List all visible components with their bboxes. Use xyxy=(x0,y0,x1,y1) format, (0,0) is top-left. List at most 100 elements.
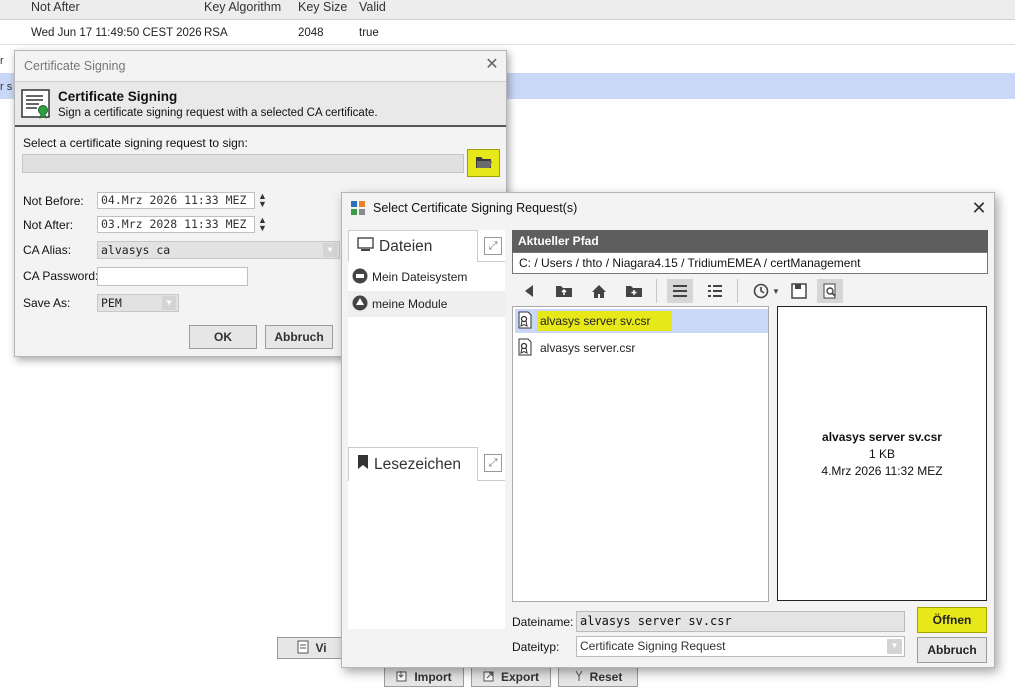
bookmark-icon xyxy=(357,454,369,475)
folder-icon xyxy=(475,155,493,172)
details-view-icon[interactable] xyxy=(702,279,728,303)
import-icon xyxy=(396,670,408,685)
cell-key-size: 2048 xyxy=(298,27,324,39)
reset-button-label: Reset xyxy=(589,670,623,684)
close-icon[interactable]: ✕ xyxy=(483,55,501,75)
document-icon xyxy=(297,640,309,657)
select-csr-dialog: Select Certificate Signing Request(s) ✕ … xyxy=(341,192,995,668)
table-row[interactable]: Wed Jun 17 11:49:50 CEST 2026 RSA 2048 t… xyxy=(0,21,1015,45)
select-csr-label: Select a certificate signing request to … xyxy=(23,136,248,150)
home-icon[interactable] xyxy=(586,279,612,303)
drive-icon xyxy=(352,268,368,287)
tab-bookmarks[interactable]: Lesezeichen xyxy=(348,447,478,481)
filename-label: Dateiname: xyxy=(512,615,574,629)
filetype-label: Dateityp: xyxy=(512,640,560,654)
dialog-title: Certificate Signing xyxy=(24,59,126,73)
cancel-button[interactable]: Abbruch xyxy=(917,637,987,663)
dialog-header: Certificate Signing Sign a certificate s… xyxy=(15,81,506,127)
column-header-key-algorithm[interactable]: Key Algorithm xyxy=(204,0,281,14)
niagara-app-icon xyxy=(351,201,365,215)
column-header-valid[interactable]: Valid xyxy=(359,0,386,14)
chevron-down-icon: ▼ xyxy=(162,296,176,310)
export-icon xyxy=(483,670,495,685)
reset-button[interactable]: Reset xyxy=(558,667,638,687)
cell-valid: true xyxy=(359,27,379,39)
tab-files[interactable]: Dateien xyxy=(348,230,478,262)
open-button-label: Öffnen xyxy=(932,613,972,627)
parent-folder-icon[interactable] xyxy=(551,279,577,303)
background-text-fragment: r xyxy=(0,55,4,67)
ca-alias-select[interactable]: alvasys ca ▼ xyxy=(97,241,340,259)
import-button-label: Import xyxy=(414,670,452,684)
back-icon[interactable] xyxy=(516,279,542,303)
dialog-title-bar[interactable]: Certificate Signing ✕ xyxy=(15,51,506,81)
certificate-icon xyxy=(21,89,51,119)
column-header-not-after[interactable]: Not After xyxy=(31,0,80,14)
expand-icon[interactable]: ⤢ xyxy=(484,454,502,472)
file-row[interactable]: alvasys server.csr xyxy=(515,336,768,360)
dialog-title: Select Certificate Signing Request(s) xyxy=(373,201,578,215)
ca-alias-value: alvasys ca xyxy=(101,243,171,257)
background-text-fragment: r s xyxy=(0,81,13,93)
not-before-field[interactable]: 04.Mrz 2026 11:33 MEZ xyxy=(97,192,255,209)
header-title: Certificate Signing xyxy=(58,89,178,104)
reset-icon xyxy=(574,670,584,685)
not-before-spinner[interactable]: ▲ ▼ xyxy=(257,192,268,209)
nav-item-label: Mein Dateisystem xyxy=(372,270,468,284)
not-after-field[interactable]: 03.Mrz 2028 11:33 MEZ xyxy=(97,216,255,233)
ok-button[interactable]: OK xyxy=(189,325,257,349)
ca-password-field[interactable] xyxy=(97,267,248,286)
cancel-button[interactable]: Abbruch xyxy=(265,325,333,349)
browse-folder-button[interactable] xyxy=(467,149,500,177)
cell-key-algorithm: RSA xyxy=(204,27,228,39)
nav-item-file-system[interactable]: Mein Dateisystem xyxy=(348,264,505,290)
nav-item-modules[interactable]: meine Module xyxy=(348,291,505,317)
preview-file-date: 4.Mrz 2026 11:32 MEZ xyxy=(821,464,943,478)
bookmark-add-icon[interactable] xyxy=(786,279,812,303)
not-before-label: Not Before: xyxy=(23,194,84,208)
open-button[interactable]: Öffnen xyxy=(917,607,987,633)
preview-toggle-icon[interactable] xyxy=(817,279,843,303)
column-header-key-size[interactable]: Key Size xyxy=(298,0,347,14)
toolbar-separator xyxy=(656,279,657,303)
tab-bookmarks-label: Lesezeichen xyxy=(374,455,462,473)
tab-files-label: Dateien xyxy=(379,237,433,255)
module-icon xyxy=(352,295,368,314)
file-row-selected[interactable]: alvasys server sv.csr xyxy=(515,309,768,333)
list-view-icon[interactable] xyxy=(667,279,693,303)
not-after-label: Not After: xyxy=(23,218,74,232)
expand-icon[interactable]: ⤢ xyxy=(484,237,502,255)
current-path-field[interactable]: C: / Users / thto / Niagara4.15 / Tridiu… xyxy=(512,252,988,274)
file-list: alvasys server sv.csr alvasys server.csr xyxy=(512,306,769,602)
cell-not-after: Wed Jun 17 11:49:50 CEST 2026 xyxy=(31,27,202,39)
nav-item-label: meine Module xyxy=(372,297,448,311)
preview-file-name: alvasys server sv.csr xyxy=(822,430,942,444)
csr-file-icon xyxy=(517,338,533,359)
filetype-value: Certificate Signing Request xyxy=(580,639,726,653)
file-toolbar: ▼ xyxy=(512,278,988,306)
csr-file-field[interactable] xyxy=(22,154,464,173)
new-folder-icon[interactable] xyxy=(621,279,647,303)
chevron-down-icon: ▼ xyxy=(323,243,337,257)
history-dropdown-chevron-down-icon[interactable]: ▼ xyxy=(770,279,782,303)
computer-icon xyxy=(357,236,374,257)
view-button[interactable]: Vi xyxy=(277,637,347,659)
filename-field[interactable]: alvasys server sv.csr xyxy=(576,611,905,632)
export-button[interactable]: Export xyxy=(471,667,551,687)
save-as-select[interactable]: PEM ▼ xyxy=(97,294,179,312)
ca-password-label: CA Password: xyxy=(23,269,99,283)
file-preview-pane: alvasys server sv.csr 1 KB 4.Mrz 2026 11… xyxy=(777,306,987,601)
save-as-value: PEM xyxy=(101,296,122,310)
ok-button-label: OK xyxy=(214,330,232,344)
table-header: Not After Key Algorithm Key Size Valid xyxy=(0,0,1015,20)
navigation-panel: Dateien ⤢ Mein Dateisystem meine Module … xyxy=(348,230,505,629)
filetype-select[interactable]: Certificate Signing Request ▼ xyxy=(576,636,905,657)
view-button-label: Vi xyxy=(315,641,327,655)
cancel-button-label: Abbruch xyxy=(927,643,977,657)
close-icon[interactable]: ✕ xyxy=(969,197,989,219)
cancel-button-label: Abbruch xyxy=(274,330,324,344)
import-button[interactable]: Import xyxy=(384,667,464,687)
header-subtitle: Sign a certificate signing request with … xyxy=(58,107,378,119)
toolbar-separator xyxy=(737,279,738,303)
not-after-spinner[interactable]: ▲ ▼ xyxy=(257,216,268,233)
